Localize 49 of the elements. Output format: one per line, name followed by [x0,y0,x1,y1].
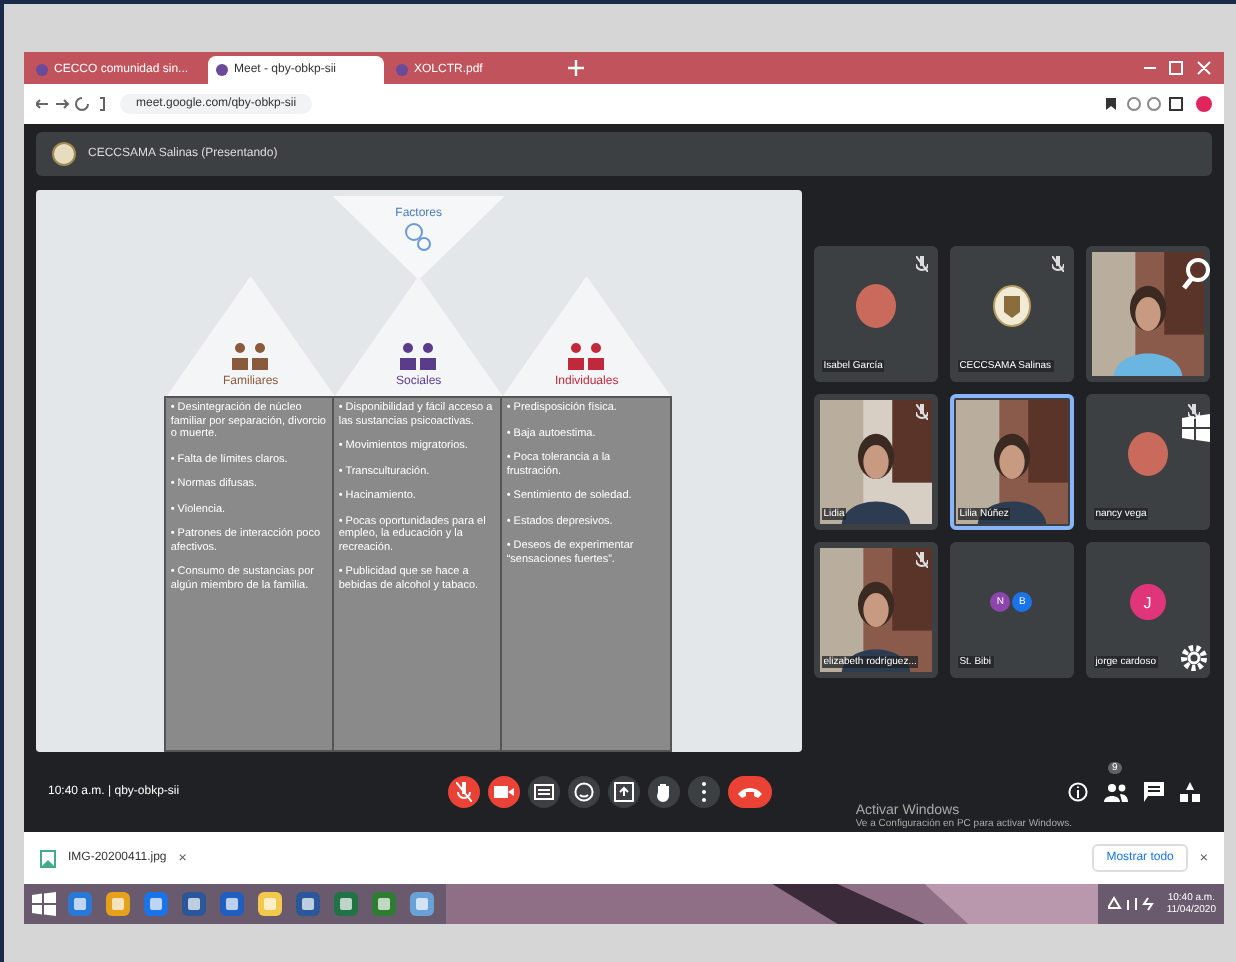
people-icon[interactable] [1104,782,1128,802]
profile-avatar[interactable] [1196,96,1212,112]
chat-icon[interactable] [1144,782,1164,802]
end-call-button[interactable] [728,776,772,808]
phone-icon [738,786,762,798]
image-file-icon [40,849,56,867]
upload-icon [614,782,634,802]
shield-logo-icon [991,284,1032,328]
captions-icon [534,784,554,800]
avatar [855,284,896,328]
window-controls-icon[interactable] [1144,60,1212,76]
taskbar-app-icon[interactable] [104,890,132,918]
taskbar-app-icon[interactable] [66,890,94,918]
smiley-icon [574,782,594,802]
taskbar-app-icon[interactable] [294,890,322,918]
avatar [1127,432,1168,476]
navigation-icon[interactable] [36,96,108,112]
taskbar-app-icon[interactable] [256,890,284,918]
new-tab-icon[interactable] [568,60,584,76]
search-icon [1181,258,1210,290]
taskbar-app-icon[interactable] [218,890,246,918]
captions-button[interactable] [528,776,560,808]
emoji-button[interactable] [568,776,600,808]
gears-icon [400,220,437,252]
windows-logo-icon [1181,414,1210,442]
taskbar-app-icon[interactable] [332,890,360,918]
camera-button[interactable] [488,776,520,808]
system-tray-icon[interactable] [1108,896,1157,912]
people-icon [564,342,609,370]
initials-avatar: J [1129,584,1166,620]
people-icon [396,342,441,370]
toolbar-icon[interactable] [1104,96,1184,112]
more-options-button[interactable] [688,776,720,808]
windows-start-icon[interactable] [32,892,56,916]
taskbar-app-icon[interactable] [142,890,170,918]
camera-icon [494,784,514,800]
taskbar-app-icon[interactable] [408,890,436,918]
mic-off-icon [456,782,472,802]
info-icon[interactable] [1068,782,1088,802]
microphone-button[interactable] [448,776,480,808]
activities-icon[interactable] [1180,782,1200,802]
present-button[interactable] [608,776,640,808]
presenter-avatar [52,142,76,166]
gear-icon [1177,642,1210,674]
people-icon [228,342,273,370]
raise-hand-button[interactable] [648,776,680,808]
taskbar-app-icon[interactable] [180,890,208,918]
taskbar-app-icon[interactable] [370,890,398,918]
hand-icon [656,782,672,802]
